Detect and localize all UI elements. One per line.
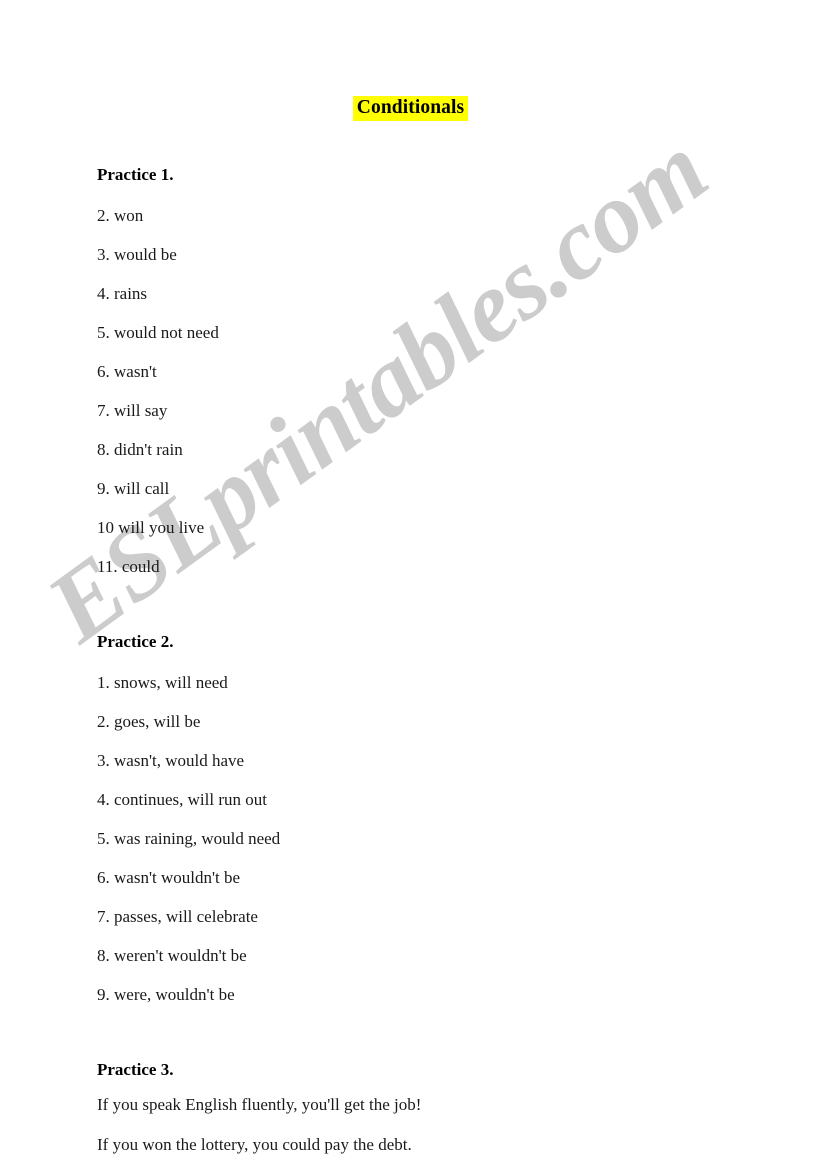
answer-item: 5. would not need (97, 322, 219, 342)
answer-item: 8. didn't rain (97, 439, 183, 459)
section-practice-1: Practice 1. 2. won 3. would be 4. rains … (97, 166, 821, 575)
answer-item: 6. wasn't (97, 361, 157, 381)
answer-item: 6. wasn't wouldn't be (97, 867, 241, 887)
answer-item: 4. continues, will run out (97, 789, 267, 809)
answer-item: If you speak English fluently, you'll ge… (97, 1094, 422, 1114)
answer-item: 3. wasn't, would have (97, 750, 245, 770)
document-content: Conditionals Practice 1. 2. won 3. would… (0, 0, 821, 1161)
answer-item: 9. were, wouldn't be (97, 984, 235, 1004)
answer-list-practice-3: If you speak English fluently, you'll ge… (97, 1096, 821, 1161)
section-heading-practice-1: Practice 1. (97, 164, 174, 184)
answer-list-practice-1: 2. won 3. would be 4. rains 5. would not… (97, 207, 821, 575)
answer-item: 8. weren't wouldn't be (97, 945, 247, 965)
document-page: ESLprintables.com Conditionals Practice … (0, 0, 821, 1161)
answer-item: 2. won (97, 205, 144, 225)
answer-item: 7. passes, will celebrate (97, 906, 258, 926)
document-title-container: Conditionals (0, 0, 821, 121)
answer-item: 2. goes, will be (97, 711, 201, 731)
answer-item: 5. was raining, would need (97, 828, 281, 848)
section-heading-practice-3: Practice 3. (97, 1059, 174, 1079)
answer-item: 3. would be (97, 244, 177, 264)
answer-item: 7. will say (97, 400, 168, 420)
answer-item: 10 will you live (97, 517, 205, 537)
section-practice-3: Practice 3. If you speak English fluentl… (97, 1061, 821, 1161)
section-practice-2: Practice 2. 1. snows, will need 2. goes,… (97, 633, 821, 1003)
answer-item: 4. rains (97, 283, 148, 303)
answer-list-practice-2: 1. snows, will need 2. goes, will be 3. … (97, 674, 821, 1003)
page-title: Conditionals (352, 96, 469, 121)
answer-item: 9. will call (97, 478, 170, 498)
section-heading-practice-2: Practice 2. (97, 631, 174, 651)
answer-item: 1. snows, will need (97, 672, 228, 692)
answer-item: 11. could (97, 556, 160, 576)
answer-item: If you won the lottery, you could pay th… (97, 1134, 412, 1154)
